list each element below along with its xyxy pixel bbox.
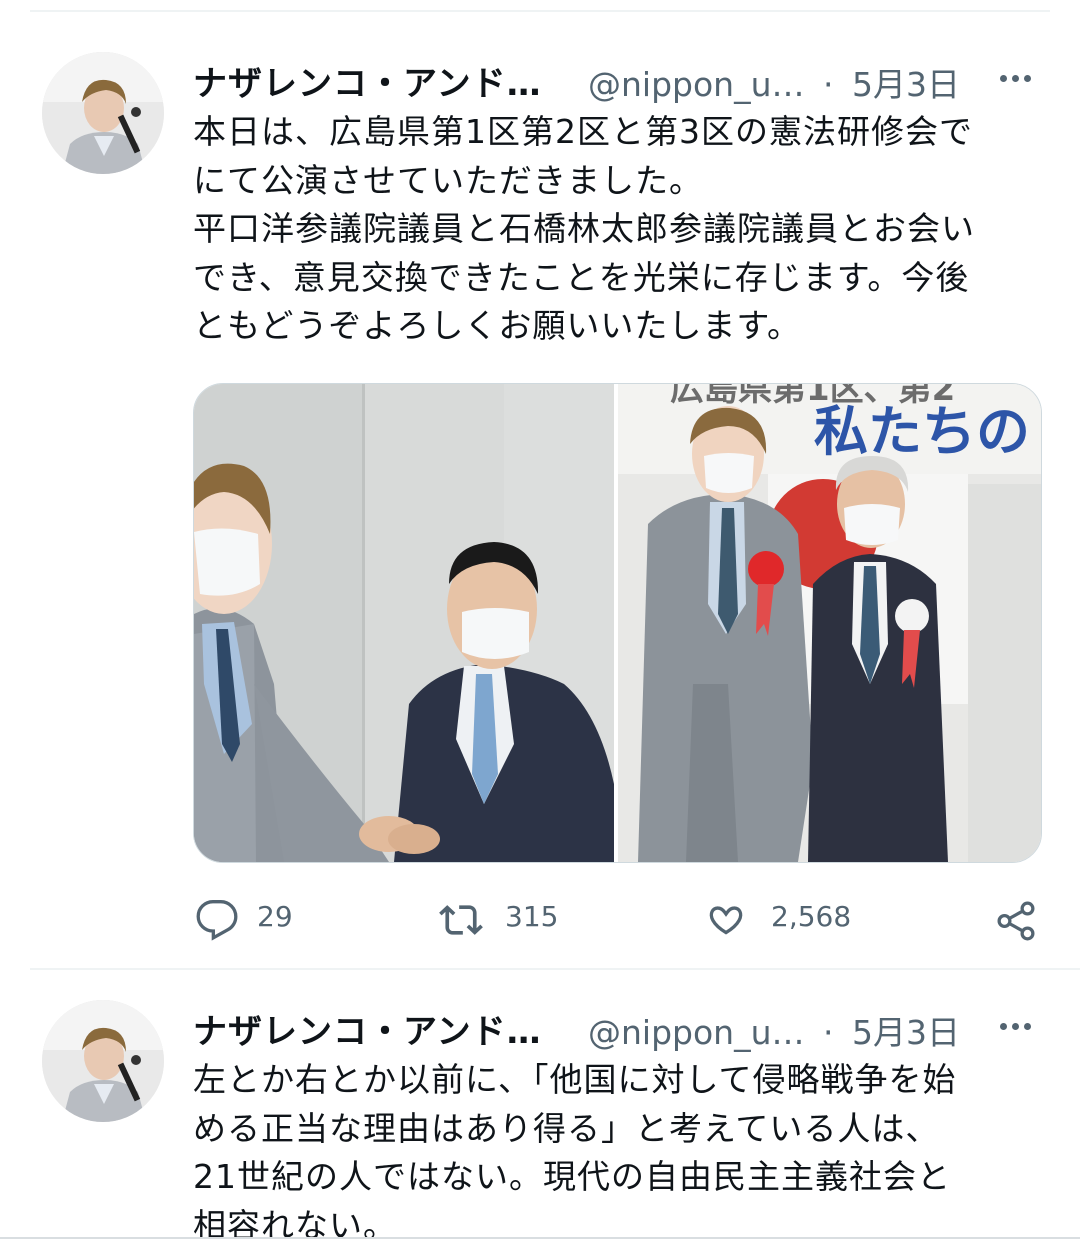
tweet-date[interactable]: 5月3日 <box>852 1013 960 1052</box>
author-handle[interactable]: @nippon_u… · 5月3日 <box>588 1006 960 1054</box>
separator-dot: · <box>823 1013 834 1052</box>
author-name[interactable]: ナザレンコ・アンド… <box>193 1004 542 1053</box>
tweet-2[interactable]: ナザレンコ・アンド… @nippon_u… · 5月3日 左とか右とか以前に、「… <box>0 0 1080 1245</box>
more-icon[interactable] <box>996 1006 1036 1046</box>
handle-text[interactable]: @nippon_u… <box>588 1013 805 1052</box>
tweet-text: 左とか右とか以前に、「他国に対して侵略戦争を始 める正当な理由はあり得る」と考え… <box>193 1060 957 1245</box>
bottom-edge-line <box>0 1237 1080 1239</box>
avatar[interactable] <box>42 1000 164 1122</box>
